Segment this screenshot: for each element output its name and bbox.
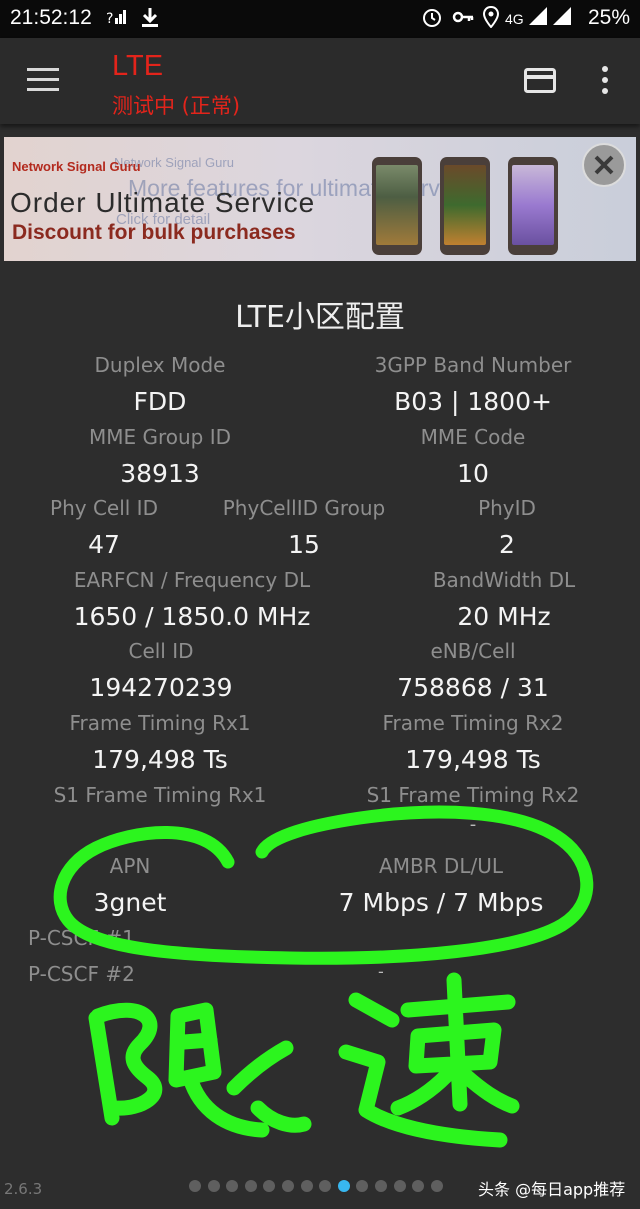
- download-icon: [140, 6, 160, 35]
- apn-value: 3gnet: [93, 888, 167, 917]
- band-number-label: 3GPP Band Number: [374, 353, 572, 377]
- signal-icon-2: [552, 6, 572, 33]
- menu-icon[interactable]: [27, 68, 59, 92]
- s1-frame-timing-rx2-value: -: [469, 814, 477, 835]
- duplex-mode-value: FDD: [133, 387, 187, 416]
- duplex-mode-label: Duplex Mode: [94, 353, 226, 377]
- frame-timing-rx1-label: Frame Timing Rx1: [69, 711, 251, 735]
- frame-timing-rx2-value: 179,498 Ts: [405, 745, 541, 774]
- apn-label: APN: [109, 854, 151, 878]
- enb-cell-value: 758868 / 31: [397, 673, 549, 702]
- phy-cell-id-value: 47: [88, 530, 120, 559]
- watermark: 头条 @每日app推荐: [478, 1180, 626, 1199]
- ad-brand: Network Signal Guru: [12, 159, 141, 174]
- earfcn-value: 1650 / 1850.0 MHz: [73, 602, 311, 631]
- more-vert-icon[interactable]: [600, 66, 610, 96]
- app-bar: LTE 测试中 (正常): [0, 38, 640, 124]
- page-dot[interactable]: [263, 1180, 276, 1192]
- app-version: 2.6.3: [4, 1180, 43, 1198]
- bandwidth-dl-label: BandWidth DL: [432, 568, 576, 592]
- vpn-key-icon: [452, 6, 474, 35]
- network-type: 4G: [505, 11, 524, 27]
- page-dot[interactable]: [226, 1180, 239, 1192]
- mme-group-id-label: MME Group ID: [88, 425, 232, 449]
- status-time: 21:52:12: [10, 6, 92, 29]
- cell-id-label: Cell ID: [128, 639, 194, 663]
- ambr-value: 7 Mbps / 7 Mbps: [338, 888, 544, 917]
- location-icon: [482, 5, 500, 35]
- mme-code-value: 10: [457, 459, 489, 488]
- s1-frame-timing-rx1-label: S1 Frame Timing Rx1: [53, 783, 267, 807]
- section-title: LTE小区配置: [235, 300, 405, 335]
- phy-cell-id-label: Phy Cell ID: [50, 496, 158, 520]
- annotation-char-xian: [88, 1002, 312, 1138]
- phyid-label: PhyID: [478, 496, 536, 520]
- annotation-char-su: [338, 972, 520, 1148]
- ad-discount: Discount for bulk purchases: [12, 221, 296, 244]
- phone-image: [508, 157, 558, 255]
- close-icon[interactable]: [582, 143, 626, 187]
- page-dot[interactable]: [356, 1180, 369, 1192]
- phycellid-group-value: 15: [288, 530, 320, 559]
- page-dot[interactable]: [412, 1180, 425, 1192]
- page-dot[interactable]: [430, 1180, 443, 1192]
- pcscf2-label: P-CSCF #2: [28, 962, 135, 986]
- phone-image: [440, 157, 490, 255]
- app-title: LTE: [112, 50, 164, 82]
- signal-unknown-icon: ?: [106, 6, 128, 35]
- bandwidth-dl-value: 20 MHz: [457, 602, 551, 631]
- phycellid-group-label: PhyCellID Group: [222, 496, 386, 520]
- ambr-label: AMBR DL/UL: [379, 854, 503, 878]
- pcscf2-value: -: [378, 962, 384, 981]
- ad-banner[interactable]: Network Signal Guru More features for ul…: [4, 137, 636, 261]
- battery-percent: 25%: [587, 6, 630, 29]
- frame-timing-rx1-value: 179,498 Ts: [92, 745, 228, 774]
- s1-frame-timing-rx2-label: S1 Frame Timing Rx2: [366, 783, 580, 807]
- phone-image: [372, 157, 422, 255]
- page-dot[interactable]: [337, 1180, 350, 1192]
- mme-code-label: MME Code: [420, 425, 526, 449]
- band-number-value: B03 | 1800+: [394, 387, 552, 416]
- page-dot[interactable]: [375, 1180, 387, 1192]
- pcscf1-label: P-CSCF #1: [28, 926, 135, 950]
- mme-group-id-value: 38913: [120, 459, 200, 488]
- page-dot[interactable]: [244, 1180, 257, 1192]
- ad-headline: Order Ultimate Service: [10, 187, 316, 218]
- annotation-loop: [53, 805, 594, 965]
- page-dot[interactable]: [300, 1180, 313, 1192]
- svg-text:?: ?: [106, 11, 113, 27]
- status-bar: 21:52:12 ? 4G 25%: [0, 0, 640, 38]
- card-icon[interactable]: [524, 68, 556, 93]
- frame-timing-rx2-label: Frame Timing Rx2: [382, 711, 564, 735]
- earfcn-label: EARFCN / Frequency DL: [73, 568, 311, 592]
- page-dot[interactable]: [319, 1180, 332, 1192]
- cell-id-value: 194270239: [89, 673, 233, 702]
- signal-icon: [528, 6, 548, 33]
- page-dot[interactable]: [282, 1180, 294, 1192]
- alarm-icon: [421, 6, 443, 35]
- page-dot[interactable]: [393, 1180, 406, 1192]
- phyid-value: 2: [499, 530, 515, 559]
- page-dot[interactable]: [207, 1180, 220, 1192]
- enb-cell-label: eNB/Cell: [430, 639, 516, 663]
- app-subtitle: 测试中 (正常): [112, 94, 241, 118]
- page-dot[interactable]: [189, 1180, 201, 1192]
